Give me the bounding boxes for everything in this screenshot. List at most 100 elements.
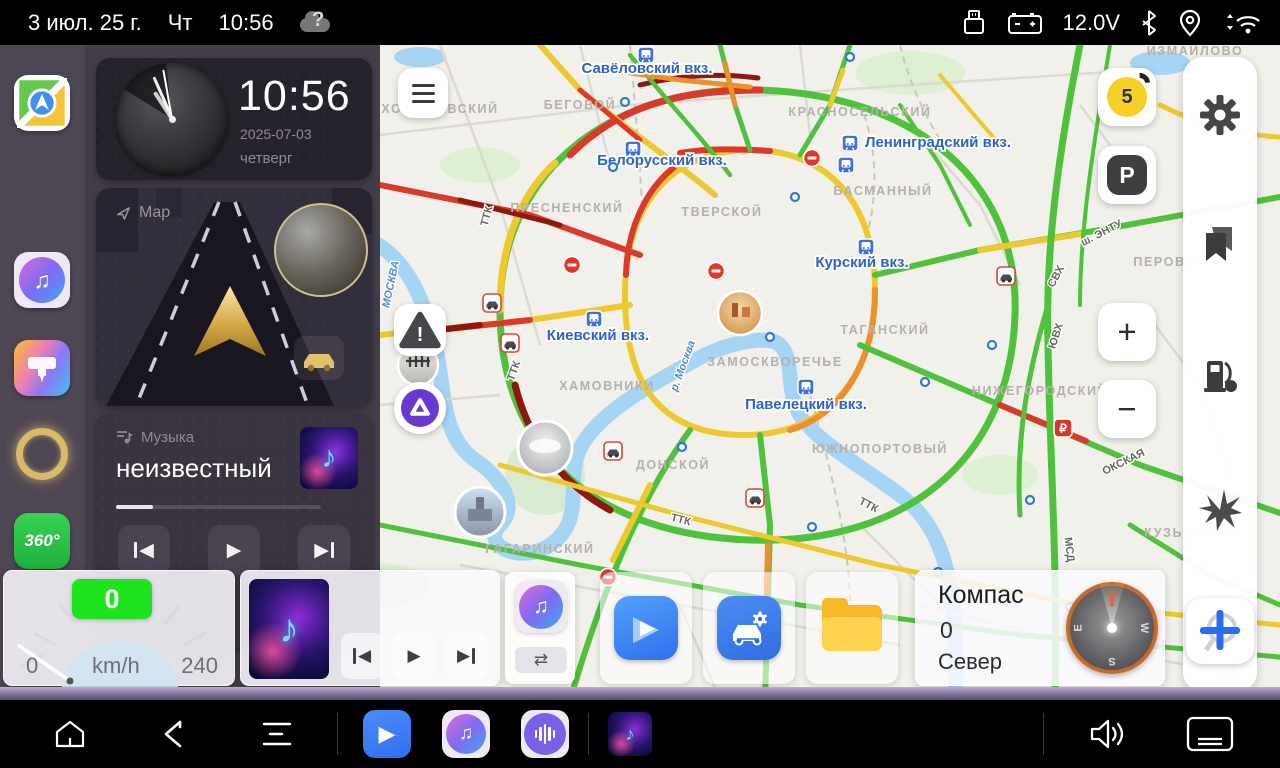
voice-app-shortcut[interactable] — [521, 700, 569, 768]
prev-button[interactable]: ◀ — [118, 525, 170, 575]
map-menu-button[interactable] — [398, 68, 448, 118]
fuel-pump-icon — [1199, 355, 1241, 397]
bluetooth-icon — [1140, 9, 1158, 37]
sidebar-item-music[interactable]: ♫ — [14, 252, 70, 308]
svg-text:!: ! — [417, 324, 424, 346]
play-button[interactable]: ▶ — [208, 525, 260, 575]
bookmarks-button[interactable] — [1200, 225, 1240, 268]
next-button[interactable]: ▶ — [298, 525, 350, 575]
svg-text:ХАМОВНИКИ: ХАМОВНИКИ — [559, 379, 655, 393]
speedometer-widget[interactable]: 0 0 km/h 240 — [3, 570, 235, 686]
settings-button[interactable] — [1198, 93, 1242, 142]
map-widget-label: Map — [139, 204, 170, 222]
report-road-event-button[interactable]: ! — [394, 304, 446, 356]
gear-icon — [1198, 93, 1242, 137]
alice-icon — [401, 389, 439, 427]
track-title: неизвестный — [116, 453, 272, 484]
svg-text:МОСКВА: МОСКВА — [380, 260, 402, 309]
svg-text:БАСМАННЫЙ: БАСМАННЫЙ — [833, 183, 932, 198]
battery-icon — [1007, 9, 1043, 37]
folder-icon — [822, 605, 882, 651]
svg-text:₽: ₽ — [1059, 422, 1067, 436]
parking-button[interactable]: P — [1098, 146, 1156, 204]
sidebar-item-theme[interactable] — [14, 340, 70, 396]
recents-button[interactable] — [253, 700, 301, 768]
svg-text:КРАСНОСЕЛЬСКИЙ: КРАСНОСЕЛЬСКИЙ — [788, 104, 931, 119]
play-button[interactable]: ▶ — [393, 633, 435, 679]
home-button[interactable] — [46, 700, 94, 768]
volume-button[interactable] — [1078, 700, 1132, 768]
landmark-photo-stadium[interactable] — [518, 421, 572, 475]
map-widget[interactable]: Map — [96, 188, 372, 406]
landmark-photo-kremlin[interactable] — [718, 291, 762, 335]
fuel-stations-button[interactable] — [1199, 355, 1241, 402]
nav-divider — [1043, 713, 1044, 755]
compass-rose: N E S W — [1066, 582, 1158, 674]
album-art: ♪ — [300, 427, 358, 489]
sidebar-item-navigator[interactable] — [14, 75, 70, 131]
landmark-photo-msu[interactable] — [455, 487, 505, 537]
warning-triangle-icon: ! — [398, 309, 442, 351]
digital-clock-date: 2025-07-03 — [240, 126, 312, 142]
playback-mode-button[interactable]: ⇄ — [515, 647, 567, 673]
yandex-maps-icon — [17, 78, 67, 128]
next-button[interactable]: ▶ — [445, 633, 487, 679]
svg-text:ДОНСКОЙ: ДОНСКОЙ — [636, 457, 710, 472]
compass-widget[interactable]: Компас 0 Север N E S W — [915, 570, 1165, 686]
svg-text:НИЖЕГОРОДСКИЙ: НИЖЕГОРОДСКИЙ — [972, 383, 1108, 398]
svg-text:ЗАМОСКВОРЕЧЬЕ: ЗАМОСКВОРЕЧЬЕ — [707, 355, 843, 369]
analog-clock — [116, 63, 228, 175]
alice-voice-button[interactable] — [394, 382, 446, 434]
track-progress[interactable] — [116, 505, 321, 509]
sidebar-item-360[interactable]: 360° — [14, 513, 70, 569]
360-badge: 360° — [24, 531, 59, 551]
video-app-tile[interactable]: ▶▶ — [600, 572, 692, 684]
video-app-shortcut[interactable]: ▶ — [363, 700, 411, 768]
zoom-in-button[interactable]: + — [1098, 303, 1156, 361]
prev-button[interactable]: ◀ — [341, 633, 383, 679]
sidebar-item-ring[interactable] — [16, 428, 68, 480]
compass-title: Компас — [938, 581, 1024, 610]
music-widget-label: Музыка — [141, 429, 194, 446]
svg-text:ГАГАРИНСКИЙ: ГАГАРИНСКИЙ — [485, 541, 594, 556]
svg-text:ТТК: ТТК — [669, 512, 692, 529]
starburst-icon — [1197, 487, 1243, 533]
speed-unit-label: km/h — [92, 653, 140, 679]
overlay-edge-divider — [0, 687, 1280, 700]
music-list-icon — [116, 430, 133, 445]
zoom-out-button[interactable]: − — [1098, 380, 1156, 438]
svg-text:МСД: МСД — [1062, 537, 1077, 563]
laser-events-button[interactable] — [1197, 487, 1243, 538]
music-bar-widget[interactable]: ♪ ◀ ▶ ▶ — [240, 570, 500, 686]
locate-me-button[interactable] — [1186, 598, 1254, 664]
media-source-tile[interactable]: ♫ ⇄ — [505, 572, 575, 684]
play-app-icon: ▶▶ — [633, 611, 659, 645]
back-button[interactable] — [148, 700, 196, 768]
file-manager-app-tile[interactable] — [806, 572, 898, 684]
svg-text:Ленинградский вкз.: Ленинградский вкз. — [865, 134, 1011, 151]
monitor-icon — [1184, 714, 1236, 754]
voltage-label: 12.0V — [1063, 10, 1121, 36]
music-app-shortcut[interactable]: ♫ — [442, 700, 490, 768]
svg-text:ТАГАНСКИЙ: ТАГАНСКИЙ — [840, 322, 929, 337]
menu-lines-icon — [262, 721, 292, 747]
status-weekday: Чт — [168, 10, 193, 36]
now-playing-thumbnail[interactable]: ♪ — [606, 700, 654, 768]
music-app-icon[interactable]: ♫ — [515, 581, 567, 633]
nav-divider — [588, 713, 589, 755]
nav-divider — [337, 713, 338, 755]
svg-text:Павелецкий вкз.: Павелецкий вкз. — [745, 396, 867, 413]
compass-direction: Север — [938, 649, 1002, 675]
parking-icon: P — [1107, 155, 1147, 195]
home-icon — [54, 719, 86, 749]
head-unit-screen: 3 июл. 25 г. Чт 10:56 ? 12.0V — [0, 0, 1280, 768]
car-settings-app-tile[interactable] — [703, 572, 795, 684]
status-date: 3 июл. 25 г. — [28, 10, 142, 36]
traffic-level-button[interactable]: 5 — [1098, 68, 1156, 126]
music-note-icon: ♫ — [19, 257, 65, 303]
clock-widget[interactable]: 10:56 2025-07-03 четверг — [96, 58, 372, 180]
display-button[interactable] — [1180, 700, 1240, 768]
compass-degrees: 0 — [940, 617, 953, 644]
car-settings-icon — [727, 608, 771, 648]
svg-text:Киевский вкз.: Киевский вкз. — [547, 327, 649, 344]
